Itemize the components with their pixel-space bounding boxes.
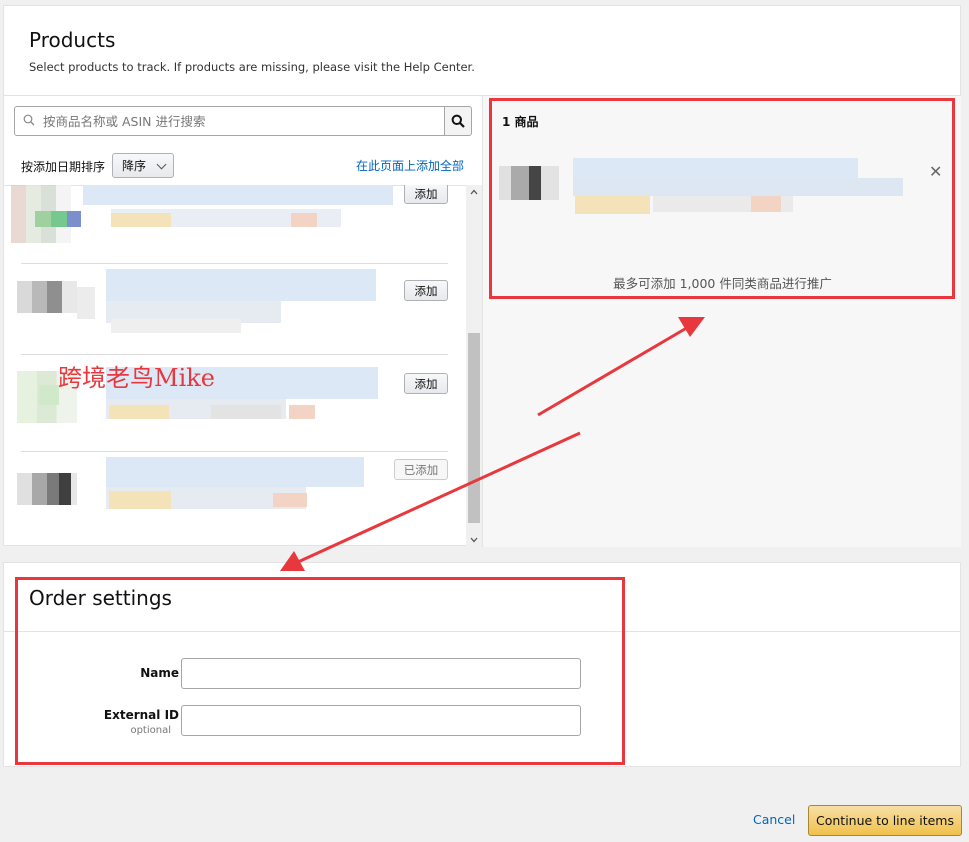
selection-limit-note: 最多可添加 1,000 件同类商品进行推广 (613, 276, 832, 291)
watermark-text: 跨境老鸟Mike (58, 364, 215, 392)
sort-label: 按添加日期排序 (21, 160, 106, 174)
products-subtitle: Select products to track. If products ar… (29, 60, 475, 74)
price-redacted (109, 491, 171, 509)
scroll-up-arrow[interactable] (466, 185, 482, 199)
search-button[interactable] (444, 106, 472, 136)
add-product-button[interactable]: 添加 (404, 185, 448, 204)
order-settings-title: Order settings (29, 586, 172, 610)
price-redacted (575, 196, 650, 214)
add-product-button[interactable]: 添加 (404, 280, 448, 301)
list-scrollbar[interactable] (466, 185, 482, 547)
external-id-field[interactable] (181, 705, 581, 736)
external-id-label: External ID (103, 708, 179, 722)
chevron-up-icon (470, 189, 478, 195)
chevron-down-icon (470, 537, 478, 543)
product-thumbnail (499, 166, 559, 200)
thumbnail-pixel (39, 385, 59, 405)
close-icon[interactable]: ✕ (929, 162, 942, 181)
product-thumbnail (17, 473, 77, 505)
added-product-button: 已添加 (394, 459, 448, 480)
order-header-divider (4, 631, 960, 632)
product-title-redacted (573, 158, 858, 178)
name-label: Name (140, 666, 179, 680)
thumbnail-pixel (77, 287, 95, 319)
sort-order-value: 降序 (122, 159, 147, 173)
product-title-redacted (573, 178, 903, 196)
item-divider (21, 451, 448, 452)
product-search-pane: 按添加日期排序 降序 在此页面上添加全部 添加 (4, 96, 482, 547)
item-divider (21, 354, 448, 355)
search-box (14, 106, 445, 136)
external-id-hint: optional (130, 725, 171, 736)
search-input[interactable] (43, 107, 443, 135)
item-divider (21, 263, 448, 264)
product-title-redacted (83, 185, 393, 205)
list-item: 添加 (11, 185, 448, 263)
product-title-redacted (106, 269, 376, 301)
list-item: 添加 (17, 269, 448, 349)
products-card: Products Select products to track. If pr… (3, 5, 961, 547)
badge-redacted (751, 196, 781, 212)
cancel-link[interactable]: Cancel (753, 812, 795, 827)
selected-products-pane: 1 商品 ✕ 最多可添加 1,000 件同类商品进行推广 (482, 96, 961, 547)
badge-redacted (291, 213, 317, 227)
list-item: 已添加 (17, 455, 448, 547)
name-field[interactable] (181, 658, 581, 689)
thumbnail-pixel (51, 211, 67, 227)
thumbnail-pixel (67, 211, 81, 227)
add-product-button[interactable]: 添加 (404, 373, 448, 394)
scroll-down-arrow[interactable] (466, 533, 482, 547)
chevron-down-icon (156, 159, 167, 170)
add-all-link[interactable]: 在此页面上添加全部 (356, 157, 464, 174)
order-settings-card: Order settings Name External ID optional (3, 562, 961, 767)
sort-order-select[interactable]: 降序 (112, 153, 174, 178)
scrollbar-thumb[interactable] (468, 333, 480, 523)
badge-redacted (273, 493, 307, 507)
products-title: Products (29, 28, 116, 52)
selected-count: 1 商品 (502, 115, 539, 129)
product-meta-redacted (111, 319, 241, 333)
search-hint-icon (23, 114, 35, 126)
thumbnail-pixel (35, 211, 51, 227)
badge-redacted (289, 405, 315, 419)
price-redacted (111, 213, 171, 227)
price-redacted (109, 405, 169, 419)
search-icon (451, 114, 465, 128)
product-meta-redacted (211, 405, 281, 419)
continue-to-line-items-button[interactable]: Continue to line items (808, 805, 962, 836)
product-title-redacted (106, 457, 364, 487)
product-thumbnail (17, 281, 77, 313)
